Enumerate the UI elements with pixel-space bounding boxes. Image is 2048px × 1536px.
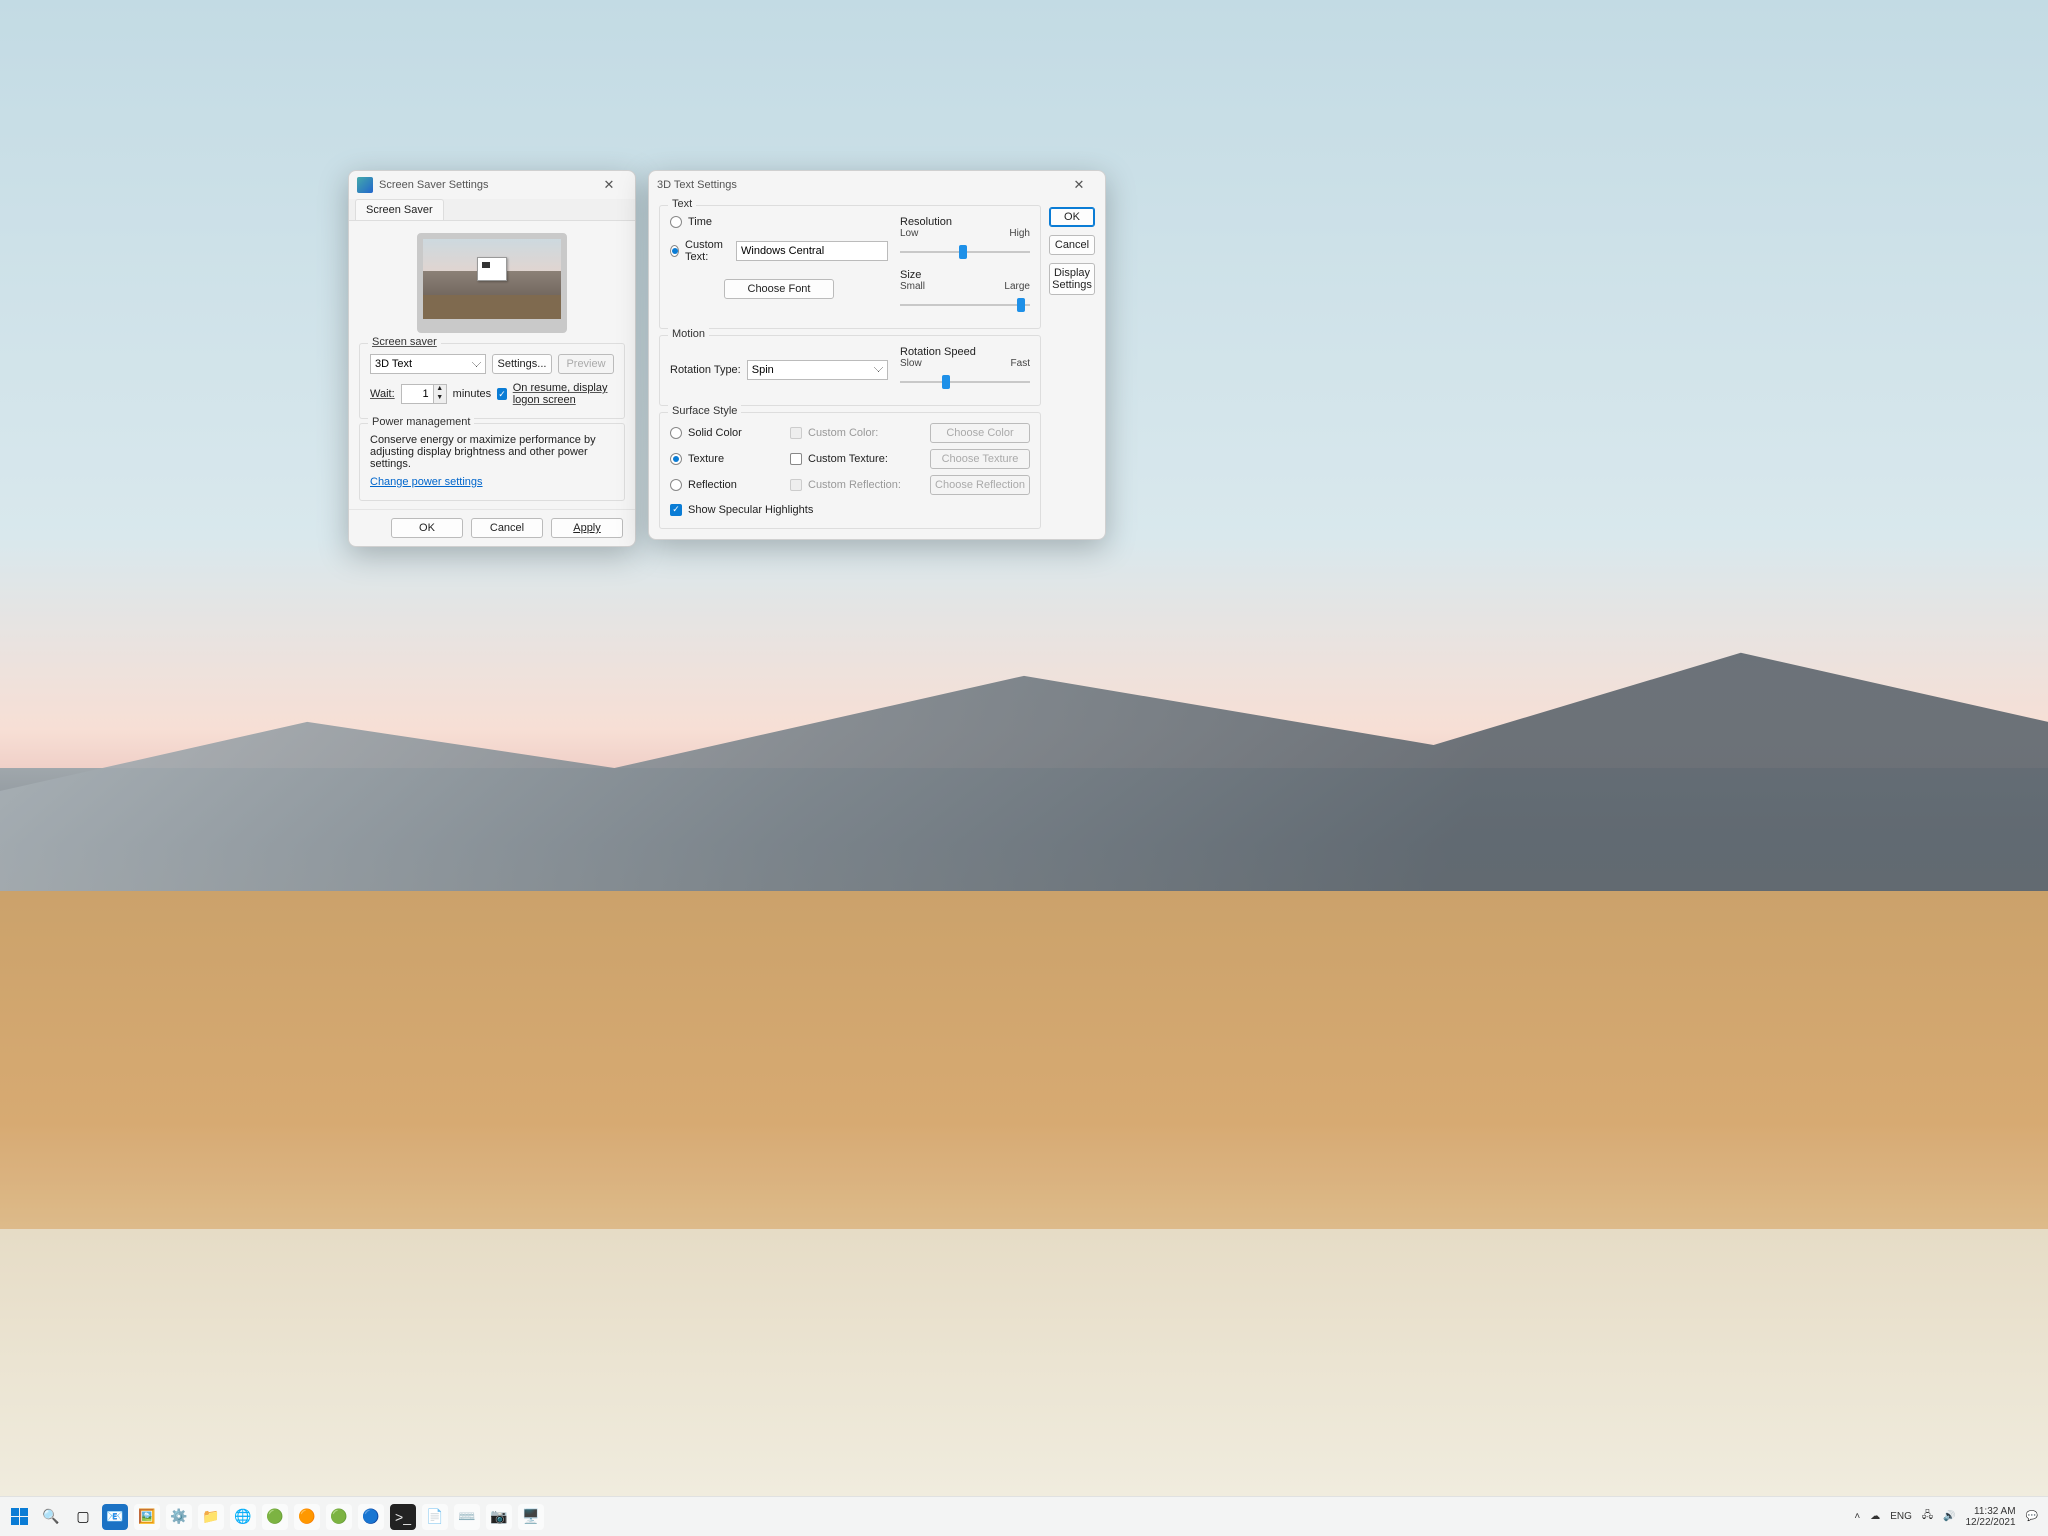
close-icon[interactable]: ✕: [1061, 177, 1097, 193]
custom-texture-checkbox[interactable]: Custom Texture:: [790, 453, 920, 465]
time-radio[interactable]: Time: [670, 216, 712, 228]
size-slider[interactable]: [900, 294, 1030, 316]
settings-button[interactable]: Settings...: [492, 354, 552, 374]
tray-network-icon[interactable]: 🖧: [1922, 1508, 1933, 1525]
tab-row: Screen Saver: [349, 199, 635, 221]
reflection-radio[interactable]: Reflection: [670, 479, 780, 491]
taskbar-app[interactable]: ⚙️: [166, 1504, 192, 1530]
rotation-type-label: Rotation Type:: [670, 364, 741, 376]
window-title: 3D Text Settings: [657, 179, 737, 191]
power-text: Conserve energy or maximize performance …: [370, 434, 614, 470]
power-settings-link[interactable]: Change power settings: [370, 476, 483, 488]
start-button[interactable]: [6, 1504, 32, 1530]
wait-spinner[interactable]: ▲▼: [401, 384, 447, 404]
text-group-label: Text: [668, 198, 696, 210]
taskbar-app[interactable]: 🖼️: [134, 1504, 160, 1530]
tray-time: 11:32 AM: [1965, 1506, 2015, 1517]
resolution-slider[interactable]: [900, 241, 1030, 263]
choose-reflection-button: Choose Reflection: [930, 475, 1030, 495]
choose-texture-button: Choose Texture: [930, 449, 1030, 469]
titlebar[interactable]: Screen Saver Settings ✕: [349, 171, 635, 199]
motion-group-label: Motion: [668, 328, 709, 340]
wait-value[interactable]: [401, 384, 433, 404]
taskbar-app[interactable]: 🌐: [230, 1504, 256, 1530]
tray-onedrive-icon[interactable]: ☁: [1870, 1511, 1880, 1522]
tab-screensaver[interactable]: Screen Saver: [355, 199, 444, 220]
3d-text-settings-dialog: 3D Text Settings ✕ Text Time Custom Text…: [648, 170, 1106, 540]
cancel-button[interactable]: Cancel: [471, 518, 543, 538]
texture-radio[interactable]: Texture: [670, 453, 780, 465]
tray-clock[interactable]: 11:32 AM 12/22/2021: [1965, 1506, 2015, 1528]
taskbar-app[interactable]: 📁: [198, 1504, 224, 1530]
specular-checkbox[interactable]: Show Specular Highlights: [670, 504, 813, 516]
taskbar-app[interactable]: 🟢: [262, 1504, 288, 1530]
rotation-speed-label: Rotation Speed: [900, 346, 1030, 358]
time-label: Time: [688, 216, 712, 228]
resume-checkbox[interactable]: On resume, display logon screen: [497, 382, 614, 406]
tray-date: 12/22/2021: [1965, 1517, 2015, 1528]
ok-button[interactable]: OK: [391, 518, 463, 538]
size-label: Size: [900, 269, 1030, 281]
screensaver-settings-dialog: Screen Saver Settings ✕ Screen Saver Scr…: [348, 170, 636, 547]
resolution-label: Resolution: [900, 216, 1030, 228]
display-settings-button[interactable]: Display Settings: [1049, 263, 1095, 295]
taskbar-app[interactable]: 🔵: [358, 1504, 384, 1530]
custom-reflection-checkbox: Custom Reflection:: [790, 479, 920, 491]
surface-group-label: Surface Style: [668, 405, 741, 417]
custom-text-input[interactable]: [736, 241, 888, 261]
close-icon[interactable]: ✕: [591, 177, 627, 193]
titlebar[interactable]: 3D Text Settings ✕: [649, 171, 1105, 199]
taskbar: 🔍 ▢ 📧 🖼️ ⚙️ 📁 🌐 🟢 🟠 🟢 🔵 >_ 📄 ⌨️ 📷 🖥️ ˄ ☁…: [0, 1496, 2048, 1536]
tray-notification-icon[interactable]: 💬: [2026, 1511, 2038, 1522]
spin-down-icon[interactable]: ▼: [434, 394, 446, 403]
solid-color-radio[interactable]: Solid Color: [670, 427, 780, 439]
wait-unit: minutes: [453, 388, 492, 400]
tray-volume-icon[interactable]: 🔊: [1943, 1511, 1955, 1522]
rotation-type-select[interactable]: Spin: [747, 360, 888, 380]
taskbar-app[interactable]: 🟠: [294, 1504, 320, 1530]
search-icon[interactable]: 🔍: [38, 1504, 64, 1530]
custom-text-label: Custom Text:: [685, 239, 730, 263]
power-group-label: Power management: [368, 416, 474, 428]
screensaver-select[interactable]: 3D Text: [370, 354, 486, 374]
choose-color-button: Choose Color: [930, 423, 1030, 443]
taskbar-app[interactable]: 🟢: [326, 1504, 352, 1530]
resume-label: On resume, display logon screen: [513, 382, 614, 406]
taskbar-app[interactable]: ⌨️: [454, 1504, 480, 1530]
taskbar-app[interactable]: 📧: [102, 1504, 128, 1530]
spin-up-icon[interactable]: ▲: [434, 385, 446, 394]
taskbar-app[interactable]: >_: [390, 1504, 416, 1530]
preview-button[interactable]: Preview: [558, 354, 614, 374]
tray-chevron-icon[interactable]: ˄: [1854, 1511, 1860, 1522]
task-view-icon[interactable]: ▢: [70, 1504, 96, 1530]
wait-label: Wait:: [370, 388, 395, 400]
choose-font-button[interactable]: Choose Font: [724, 279, 834, 299]
window-title: Screen Saver Settings: [379, 179, 488, 191]
rotation-speed-slider[interactable]: [900, 371, 1030, 393]
tray-language[interactable]: ENG: [1890, 1511, 1912, 1522]
custom-text-radio[interactable]: Custom Text:: [670, 239, 730, 263]
ok-button[interactable]: OK: [1049, 207, 1095, 227]
taskbar-app[interactable]: 📄: [422, 1504, 448, 1530]
screensaver-group-label: Screen saver: [372, 336, 437, 348]
screensaver-icon: [357, 177, 373, 193]
cancel-button[interactable]: Cancel: [1049, 235, 1095, 255]
taskbar-app[interactable]: 🖥️: [518, 1504, 544, 1530]
custom-color-checkbox: Custom Color:: [790, 427, 920, 439]
screensaver-preview-monitor: [417, 233, 567, 333]
apply-button[interactable]: Apply: [551, 518, 623, 538]
taskbar-app[interactable]: 📷: [486, 1504, 512, 1530]
